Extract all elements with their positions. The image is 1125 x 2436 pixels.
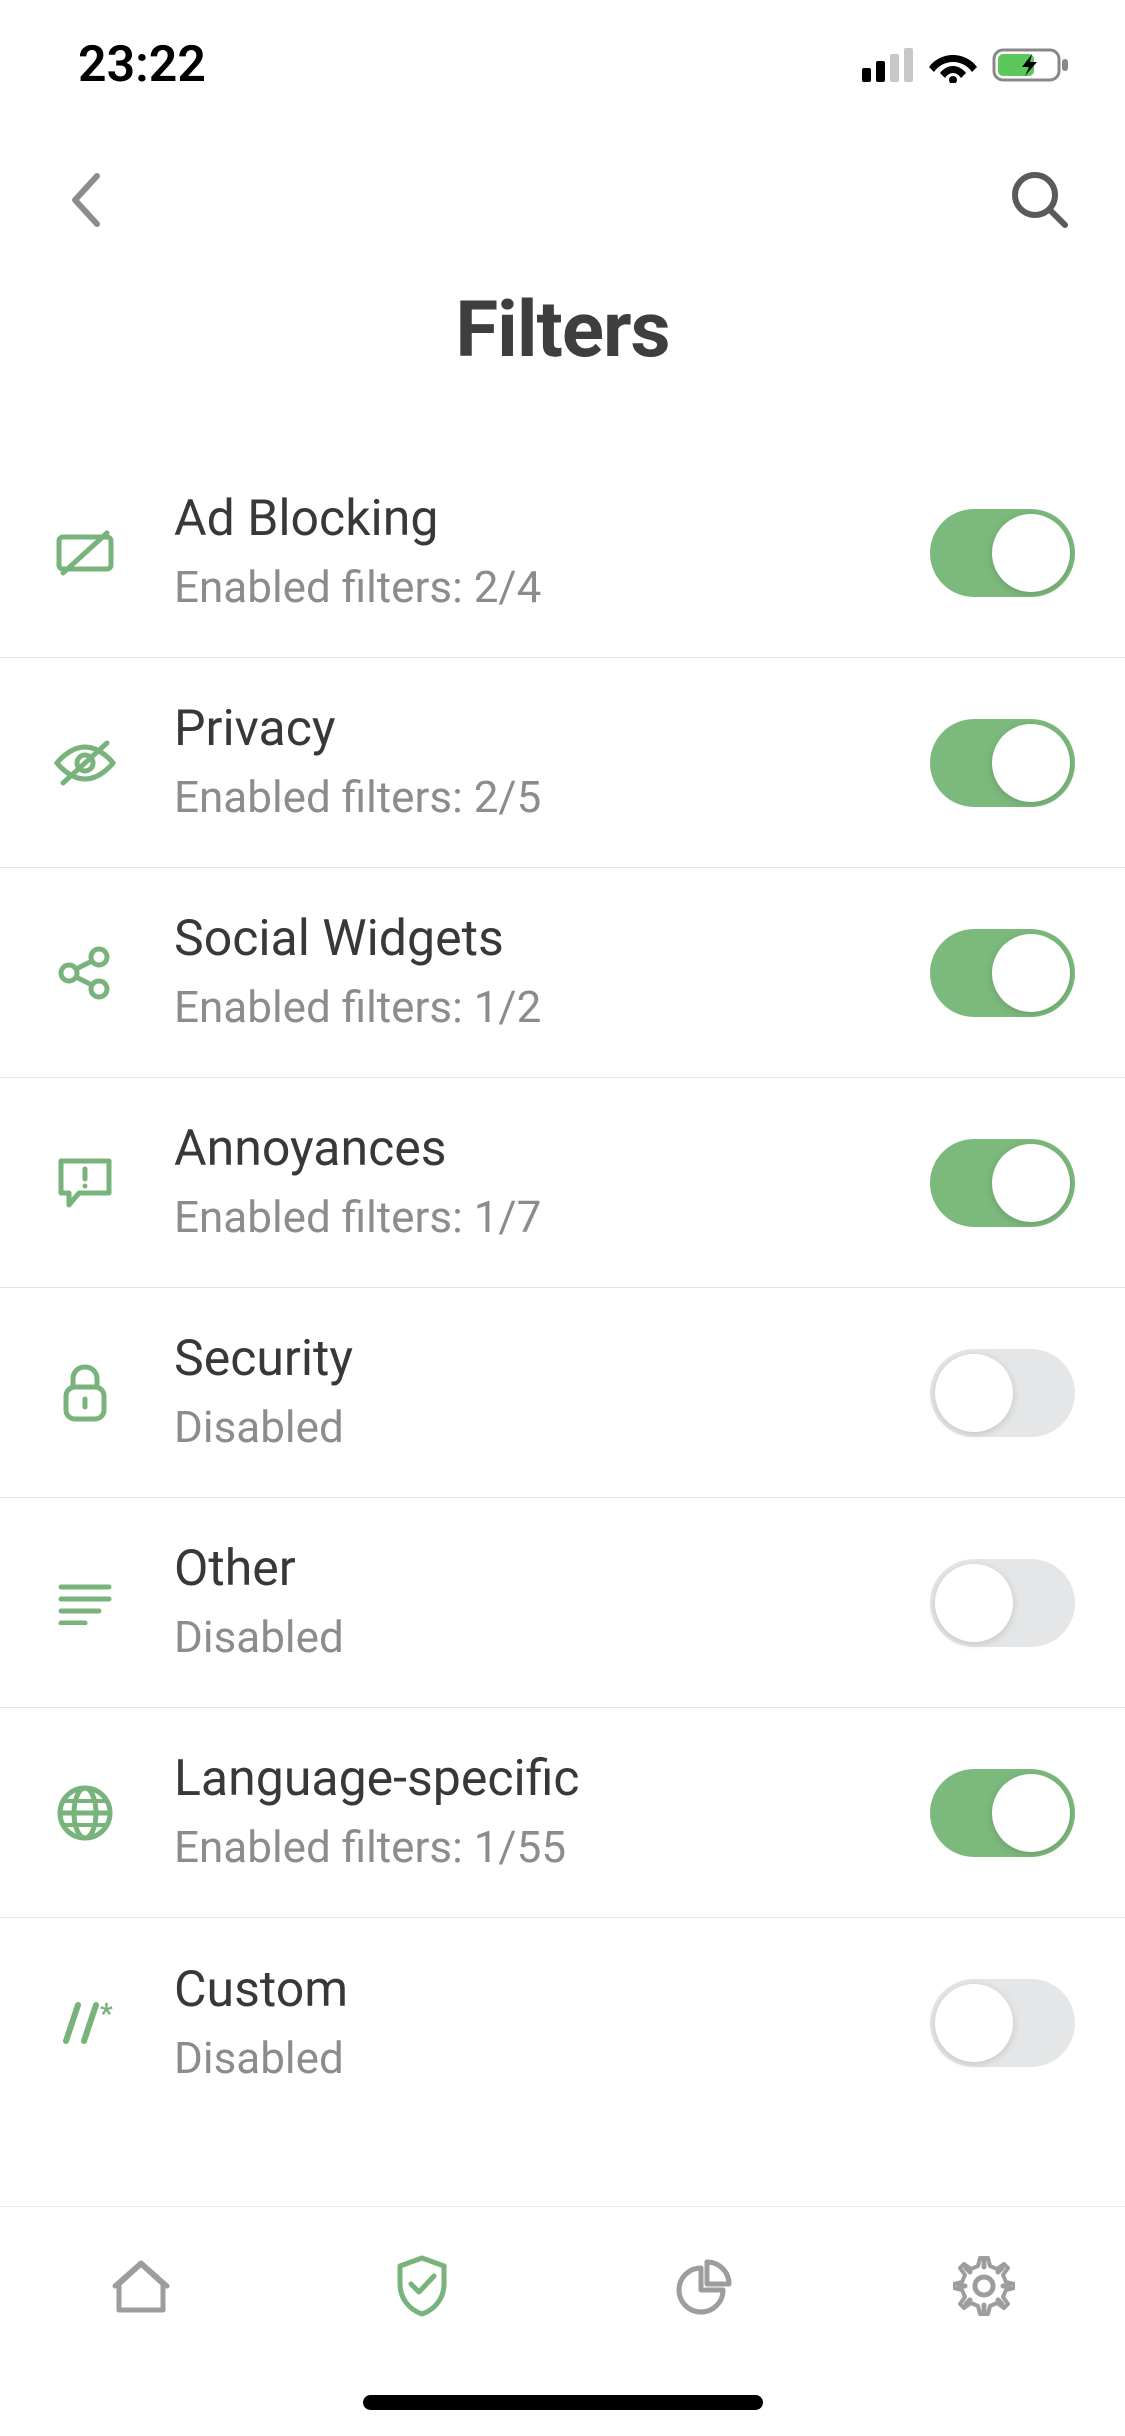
filter-item-custom[interactable]: * Custom Disabled [0,1918,1125,2128]
toggle-privacy[interactable] [930,719,1075,807]
filter-item-text: Social Widgets Enabled filters: 1/2 [174,907,930,1037]
back-button[interactable] [50,165,120,235]
filter-item-text: Custom Disabled [174,1958,930,2088]
toggle-language[interactable] [930,1769,1075,1857]
filter-subtitle: Enabled filters: 2/5 [174,768,930,827]
filter-title: Language-specific [174,1747,930,1812]
status-time: 23:22 [78,36,206,94]
filter-title: Ad Blocking [174,487,930,552]
filter-subtitle: Disabled [174,1398,930,1457]
filter-item-text: Annoyances Enabled filters: 1/7 [174,1117,930,1247]
filter-title: Privacy [174,697,930,762]
battery-charging-icon [992,46,1070,84]
toggle-other[interactable] [930,1559,1075,1647]
filter-item-language[interactable]: Language-specific Enabled filters: 1/55 [0,1708,1125,1918]
globe-icon [50,1778,120,1848]
filter-item-social[interactable]: Social Widgets Enabled filters: 1/2 [0,868,1125,1078]
custom-code-icon: * [50,1988,120,2058]
annoyance-icon [50,1148,120,1218]
list-lines-icon [50,1568,120,1638]
filter-item-text: Privacy Enabled filters: 2/5 [174,697,930,827]
filter-item-other[interactable]: Other Disabled [0,1498,1125,1708]
pie-chart-icon [673,2256,733,2316]
header-bar [0,130,1125,270]
nav-protection[interactable] [387,2251,457,2321]
search-button[interactable] [1005,165,1075,235]
toggle-ad-blocking[interactable] [930,509,1075,597]
privacy-icon [50,728,120,798]
status-bar: 23:22 [0,0,1125,130]
filter-subtitle: Enabled filters: 2/4 [174,558,930,617]
home-indicator [363,2395,763,2410]
toggle-annoyances[interactable] [930,1139,1075,1227]
toggle-social[interactable] [930,929,1075,1017]
filter-title: Security [174,1327,930,1392]
ad-block-icon [50,518,120,588]
chevron-left-icon [67,170,103,230]
filter-subtitle: Enabled filters: 1/2 [174,978,930,1037]
nav-settings[interactable] [949,2251,1019,2321]
filter-subtitle: Disabled [174,1608,930,1667]
filter-item-text: Language-specific Enabled filters: 1/55 [174,1747,930,1877]
filter-title: Other [174,1537,930,1602]
filters-list: Ad Blocking Enabled filters: 2/4 Privacy… [0,448,1125,2128]
filter-subtitle: Enabled filters: 1/55 [174,1818,930,1877]
filter-item-security[interactable]: Security Disabled [0,1288,1125,1498]
cellular-signal-icon [862,48,914,82]
page-title: Filters [0,285,1125,376]
shield-check-icon [394,2254,450,2318]
toggle-security[interactable] [930,1349,1075,1437]
filter-item-text: Other Disabled [174,1537,930,1667]
filter-subtitle: Disabled [174,2029,930,2088]
filter-title: Social Widgets [174,907,930,972]
home-icon [111,2256,171,2316]
title-container: Filters [0,270,1125,408]
filter-item-text: Security Disabled [174,1327,930,1457]
filter-title: Annoyances [174,1117,930,1182]
wifi-icon [928,47,978,83]
svg-text:*: * [100,2001,113,2030]
status-indicators [862,46,1070,84]
social-icon [50,938,120,1008]
filter-item-privacy[interactable]: Privacy Enabled filters: 2/5 [0,658,1125,868]
search-icon [1009,169,1071,231]
toggle-custom[interactable] [930,1979,1075,2067]
lock-icon [50,1358,120,1428]
filter-title: Custom [174,1958,930,2023]
nav-home[interactable] [106,2251,176,2321]
filter-item-text: Ad Blocking Enabled filters: 2/4 [174,487,930,617]
nav-stats[interactable] [668,2251,738,2321]
filter-item-annoyances[interactable]: Annoyances Enabled filters: 1/7 [0,1078,1125,1288]
filter-subtitle: Enabled filters: 1/7 [174,1188,930,1247]
filter-item-ad-blocking[interactable]: Ad Blocking Enabled filters: 2/4 [0,448,1125,658]
gear-icon [953,2255,1015,2317]
